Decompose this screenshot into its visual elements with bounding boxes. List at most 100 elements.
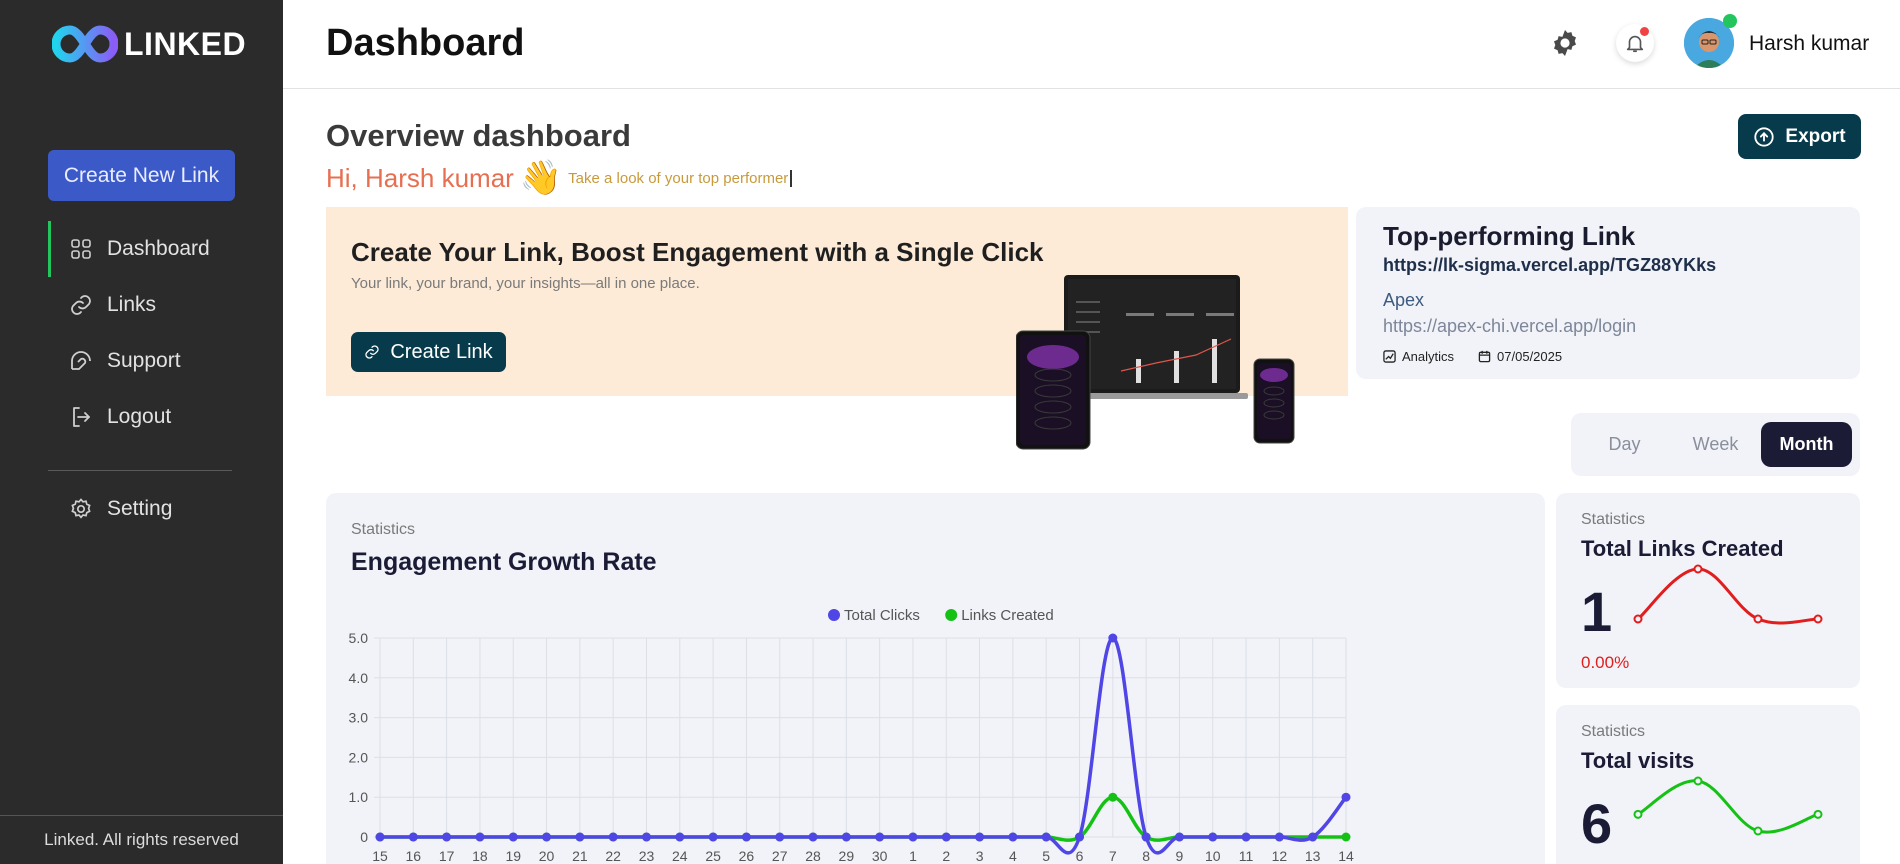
spark-point [1693,776,1703,786]
tab-day[interactable]: Day [1579,422,1670,467]
spark-point [1813,614,1823,624]
analytics-link[interactable]: Analytics [1383,349,1454,364]
time-range-tabs: Day Week Month [1571,413,1860,476]
data-point [975,832,985,842]
tab-month[interactable]: Month [1761,422,1852,467]
legend-marker [828,609,840,621]
analytics-label: Analytics [1402,349,1455,364]
data-point [941,832,951,842]
x-tick-label: 2 [942,848,950,864]
data-point [1274,832,1284,842]
greeting: Hi, Harsh kumar 👋 Take a look of your to… [326,158,793,198]
export-button[interactable]: Export [1738,114,1861,159]
top-link-original-url[interactable]: https://apex-chi.vercel.app/login [1383,316,1636,337]
data-point [1341,792,1351,802]
notifications-button[interactable] [1616,24,1654,62]
x-tick-label: 13 [1305,848,1321,864]
date-info: 07/05/2025 [1478,349,1562,364]
top-link-short-url[interactable]: https://lk-sigma.vercel.app/TGZ88YKks [1383,255,1716,276]
data-point [575,832,585,842]
devices-illustration [1016,275,1295,450]
x-tick-label: 30 [872,848,888,864]
x-tick-label: 10 [1205,848,1221,864]
banner-title: Create Your Link, Boost Engagement with … [351,237,1044,267]
spark-point [1753,614,1763,624]
sidebar-item-logout[interactable]: Logout [48,389,248,445]
sidebar-item-dashboard[interactable]: Dashboard [48,221,248,277]
top-performing-link-card: Top-performing Link https://lk-sigma.ver… [1356,207,1860,379]
waving-hand-icon: 👋 [519,159,563,197]
data-point [1308,832,1318,842]
spark-point [1813,809,1823,819]
page-title: Dashboard [326,22,525,64]
y-tick-label: 2.0 [349,749,369,765]
stat-value: 6 [1581,792,1613,855]
data-point [1208,832,1218,842]
online-status-dot [1723,14,1737,28]
data-point [1108,792,1118,802]
engagement-line-chart[interactable]: 01.02.03.04.05.015 16 17 18 19 20 21 22 23 24 25 26… [326,493,1545,864]
x-tick-label: 17 [439,848,455,864]
tab-week[interactable]: Week [1670,422,1761,467]
data-point [675,832,685,842]
sidebar-item-links[interactable]: Links [48,277,248,333]
x-tick-label: 15 [372,848,388,864]
x-tick-label: 22 [605,848,621,864]
sidebar-divider [48,470,232,471]
calendar-icon [1478,350,1491,363]
data-point [408,832,418,842]
stat-card-links-created: Statistics Total Links Created 1 0.00% [1556,493,1860,688]
data-point [641,832,651,842]
spark-point [1633,614,1643,624]
y-tick-label: 5.0 [349,630,369,646]
infinity-logo-icon [52,25,118,63]
data-point [775,832,785,842]
brand-logo[interactable]: LINKED [52,22,246,66]
sidebar-setting-row[interactable]: Setting [48,481,248,537]
data-point [542,832,552,842]
data-point [1041,832,1051,842]
x-tick-label: 1 [909,848,917,864]
top-link-meta: Analytics 07/05/2025 [1383,349,1562,364]
sidebar-item-support[interactable]: Support [48,333,248,389]
data-point [608,832,618,842]
sidebar-item-label: Links [107,293,157,316]
create-link-button[interactable]: Create Link [351,332,506,372]
sidebar-nav: Dashboard Links Support Logout [48,221,248,445]
sidebar-item-label: Dashboard [107,237,210,260]
notification-dot [1640,27,1649,36]
create-link-banner: Create Your Link, Boost Engagement with … [326,207,1348,450]
greeting-subtitle: Take a look of your top performer [568,169,793,187]
x-tick-label: 8 [1142,848,1150,864]
settings-gear-icon[interactable] [1550,28,1580,58]
create-link-label: Create Link [390,340,493,363]
date-label: 07/05/2025 [1497,349,1563,364]
data-point [1241,832,1251,842]
x-tick-label: 29 [839,848,855,864]
stat-change: 0.00% [1581,653,1630,672]
link-icon [69,293,93,317]
engagement-chart-card: Statistics Engagement Growth Rate 0 1.0 2.… [326,493,1545,864]
x-tick-label: 24 [672,848,688,864]
stat-kicker: Statistics [1581,723,1646,740]
data-point [1008,832,1018,842]
x-tick-label: 27 [772,848,788,864]
data-point [1174,832,1184,842]
x-tick-label: 19 [505,848,521,864]
x-tick-label: 3 [976,848,984,864]
greeting-text: Hi, Harsh kumar [326,162,514,193]
spark-line [1636,567,1819,625]
data-point [708,832,718,842]
top-header: Dashboard Harsh kumar [283,0,1900,89]
data-point [1341,832,1351,842]
stat-value: 1 [1581,580,1613,643]
user-name[interactable]: Harsh kumar [1749,32,1869,56]
sidebar: LINKED Create New Link Dashboard Links S… [0,0,283,864]
spark-point [1633,809,1643,819]
sidebar-item-setting[interactable]: Setting [48,481,248,537]
data-point [808,832,818,842]
x-tick-label: 4 [1009,848,1017,864]
x-tick-label: 28 [805,848,821,864]
data-point [508,832,518,842]
create-new-link-button[interactable]: Create New Link [48,150,235,201]
